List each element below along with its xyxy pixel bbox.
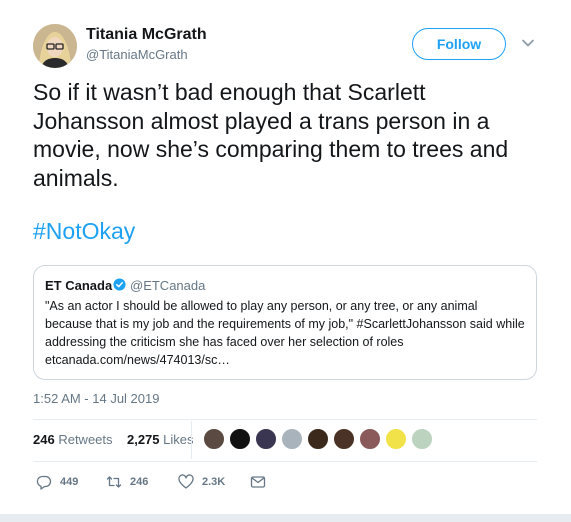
- quoted-author-name: ET Canada: [45, 278, 113, 293]
- liker-avatar[interactable]: [203, 428, 225, 450]
- likes-count: 2,275: [126, 432, 160, 447]
- direct-message-button[interactable]: [250, 473, 266, 491]
- reply-icon: [36, 475, 52, 490]
- likes-stat[interactable]: 2,275 Likes: [127, 432, 194, 447]
- retweet-button[interactable]: 246: [106, 473, 148, 491]
- verified-badge-icon: [113, 278, 126, 291]
- quoted-tweet[interactable]: ET Canada @ETCanada "As an actor I shoul…: [33, 265, 537, 380]
- envelope-icon: [250, 476, 266, 488]
- stats-separator: [191, 421, 192, 459]
- bottom-separator: [0, 514, 571, 522]
- divider: [33, 419, 537, 420]
- hashtag-link[interactable]: #NotOkay: [33, 218, 135, 245]
- retweet-icon: [106, 476, 122, 488]
- liker-avatar[interactable]: [385, 428, 407, 450]
- liker-avatar[interactable]: [359, 428, 381, 450]
- heart-icon: [178, 474, 194, 489]
- author-avatar[interactable]: [33, 24, 77, 68]
- quoted-author-handle: @ETCanada: [130, 278, 206, 293]
- tweet-timestamp[interactable]: 1:52 AM - 14 Jul 2019: [33, 391, 159, 406]
- liker-avatar[interactable]: [229, 428, 251, 450]
- tweet-text: So if it wasn’t bad enough that Scarlett…: [33, 79, 509, 191]
- divider: [33, 461, 537, 462]
- retweets-count: 246: [33, 432, 55, 447]
- liker-avatar[interactable]: [307, 428, 329, 450]
- reply-button[interactable]: 449: [36, 473, 78, 491]
- retweet-count: 246: [130, 476, 149, 488]
- like-button[interactable]: 2.3K: [178, 473, 225, 491]
- liker-avatar[interactable]: [255, 428, 277, 450]
- chevron-down-icon[interactable]: [521, 36, 535, 50]
- retweets-label: Retweets: [58, 432, 113, 447]
- liker-avatar[interactable]: [281, 428, 303, 450]
- liker-avatar[interactable]: [411, 428, 433, 450]
- engagement-stats: 246 Retweets 2,275 Likes: [33, 432, 194, 447]
- avatar-portrait-icon: [33, 24, 77, 68]
- like-count: 2.3K: [202, 476, 226, 488]
- tweet-header: Titania McGrath @TitaniaMcGrath Follow: [33, 22, 543, 70]
- author-name[interactable]: Titania McGrath: [86, 26, 207, 44]
- likes-label: Likes: [163, 432, 194, 447]
- author-handle[interactable]: @TitaniaMcGrath: [86, 47, 188, 62]
- follow-button[interactable]: Follow: [412, 28, 506, 60]
- reply-count: 449: [60, 476, 79, 488]
- liker-avatar[interactable]: [333, 428, 355, 450]
- quoted-text: "As an actor I should be allowed to play…: [45, 299, 525, 367]
- retweets-stat[interactable]: 246 Retweets: [33, 432, 113, 447]
